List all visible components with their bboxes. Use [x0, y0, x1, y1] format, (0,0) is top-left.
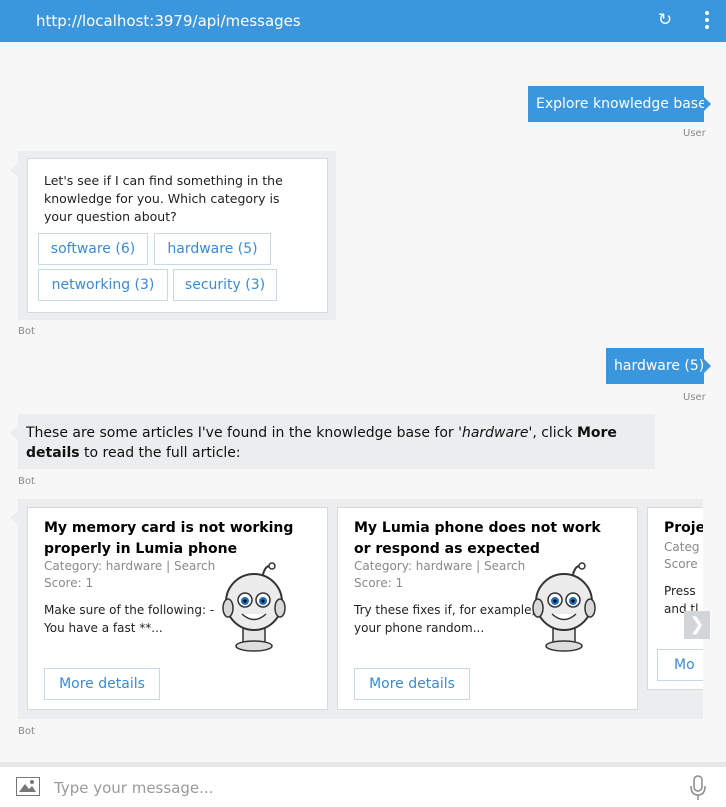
user-message: Explore knowledge base — [528, 86, 711, 122]
snippet-line: Press — [664, 584, 696, 598]
user-message-text: hardware (5) — [614, 358, 705, 374]
sender-label: User — [683, 128, 706, 139]
article-category: Category: hardware | Search — [354, 559, 526, 573]
more-details-button[interactable]: More details — [44, 668, 160, 700]
category-button-hardware[interactable]: hardware (5) — [154, 233, 271, 265]
button-label: Mo — [674, 657, 695, 673]
article-title: My Lumia phone does not work or respond … — [354, 520, 601, 557]
article-carousel: My memory card is not working properly i… — [10, 499, 703, 719]
sender-label: Bot — [18, 726, 35, 737]
more-vertical-icon[interactable] — [700, 9, 714, 33]
text-part: to read the full article: — [79, 445, 241, 461]
article-snippet: Make sure of the following: - You have a… — [44, 603, 215, 635]
sender-label: Bot — [18, 476, 35, 487]
image-upload-icon[interactable] — [16, 777, 40, 796]
endpoint-url: http://localhost:3979/api/messages — [36, 12, 301, 30]
message-input[interactable] — [52, 771, 656, 805]
chevron-right-icon: ❯ — [689, 614, 705, 635]
article-snippet: Try these fixes if, for example, your ph… — [354, 603, 536, 635]
article-score: Score: 1 — [354, 576, 404, 590]
article-card: My Lumia phone does not work or respond … — [337, 507, 638, 710]
article-card: My memory card is not working properly i… — [27, 507, 328, 710]
article-title: Proje — [664, 520, 703, 536]
category-button-software[interactable]: software (6) — [38, 233, 148, 265]
carousel-next-button[interactable]: ❯ — [684, 611, 710, 639]
category-emphasis: 'hardware' — [458, 425, 533, 441]
more-details-button[interactable]: Mo — [657, 649, 703, 681]
user-message-text: Explore knowledge base — [536, 96, 707, 112]
bot-message: Let's see if I can find something in the… — [10, 151, 336, 320]
microphone-icon[interactable] — [690, 775, 706, 801]
sender-label: Bot — [18, 326, 35, 337]
more-details-button[interactable]: More details — [354, 668, 470, 700]
bot-message: These are some articles I've found in th… — [10, 414, 655, 469]
article-category: Category: hardware | Search — [44, 559, 216, 573]
text-part: , click — [532, 425, 577, 441]
category-button-security[interactable]: security (3) — [173, 269, 277, 301]
article-card-partial: Proje Categ Score Press and tl Mo — [647, 507, 703, 690]
message-composer — [0, 762, 726, 807]
article-category: Categ — [664, 540, 700, 554]
image-glyph — [19, 780, 36, 792]
article-score: Score: 1 — [44, 576, 94, 590]
carousel-viewport: My memory card is not working properly i… — [18, 499, 703, 719]
category-button-networking[interactable]: networking (3) — [38, 269, 168, 301]
message-history[interactable]: Explore knowledge base User Let's see if… — [0, 42, 726, 762]
sender-label: User — [683, 392, 706, 403]
article-score: Score — [664, 557, 698, 571]
bot-message-text: These are some articles I've found in th… — [26, 423, 651, 463]
robot-icon — [222, 562, 286, 652]
refresh-icon[interactable]: ↻ — [656, 10, 674, 30]
text-part: These are some articles I've found in th… — [26, 425, 459, 441]
title-bar: http://localhost:3979/api/messages ↻ — [0, 0, 726, 42]
article-title: My memory card is not working properly i… — [44, 520, 294, 557]
hero-card: Let's see if I can find something in the… — [27, 158, 328, 313]
user-message: hardware (5) — [606, 348, 711, 384]
card-text: Let's see if I can find something in the… — [44, 173, 283, 224]
robot-icon — [532, 562, 596, 652]
